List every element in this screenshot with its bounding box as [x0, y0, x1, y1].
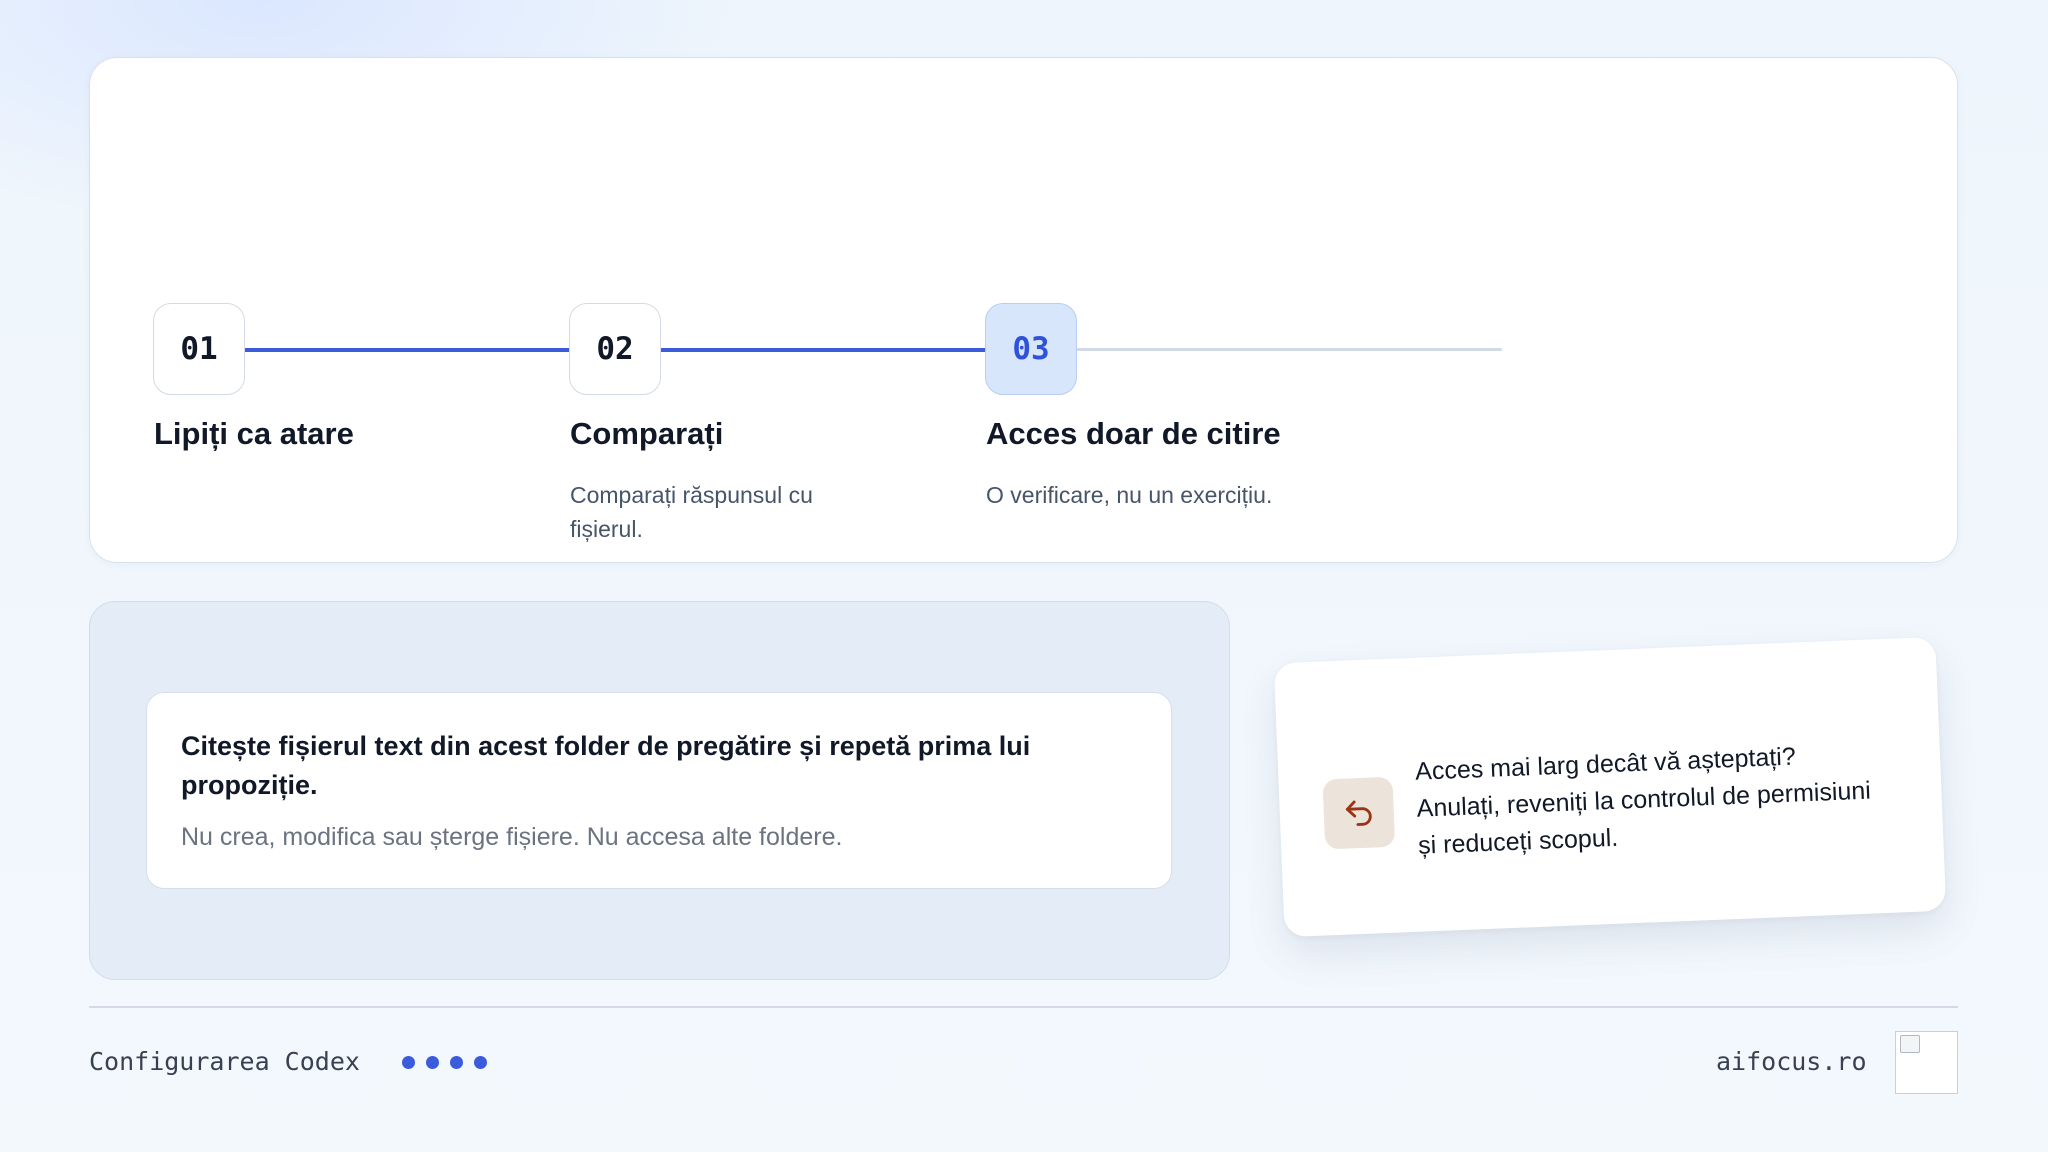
progress-dot — [402, 1056, 415, 1069]
prompt-box: Citește fișierul text din acest folder d… — [146, 692, 1172, 889]
footer-divider — [89, 1006, 1958, 1008]
warning-text: Acces mai larg decât vă așteptați? Anula… — [1414, 742, 1872, 860]
steps-card: 01 02 03 Lipiți ca atare Comparați Acces… — [89, 57, 1958, 563]
footer-section-title: Configurarea Codex — [89, 1047, 360, 1076]
step-title-3: Acces doar de citire — [986, 416, 1281, 451]
prompt-constraint-text: Nu crea, modifica sau șterge fișiere. Nu… — [181, 823, 843, 851]
step-title-2: Comparați — [570, 416, 724, 451]
step-connector-remaining — [1076, 348, 1502, 351]
warning-card: Acces mai larg decât vă așteptați? Anula… — [1273, 636, 1947, 938]
step-description-3: O verificare, nu un exercițiu. — [986, 482, 1273, 508]
progress-dot — [450, 1056, 463, 1069]
footer-site: aifocus.ro — [1716, 1047, 1867, 1076]
progress-dots — [402, 1056, 487, 1069]
step-number-1: 01 — [153, 303, 245, 395]
prompt-panel: Citește fișierul text din acest folder d… — [89, 601, 1230, 980]
prompt-main-text: Citește fișierul text din acest folder d… — [181, 731, 1031, 800]
step-description-2: Comparați răspunsul cu fișierul. — [570, 482, 813, 542]
progress-dot — [474, 1056, 487, 1069]
undo-arrow-icon — [1322, 776, 1396, 850]
step-title-1: Lipiți ca atare — [154, 416, 354, 451]
progress-dot — [426, 1056, 439, 1069]
step-number-2: 02 — [569, 303, 661, 395]
logo-image-placeholder — [1895, 1031, 1958, 1094]
step-number-3-active: 03 — [985, 303, 1077, 395]
broken-image-icon — [1900, 1035, 1920, 1053]
